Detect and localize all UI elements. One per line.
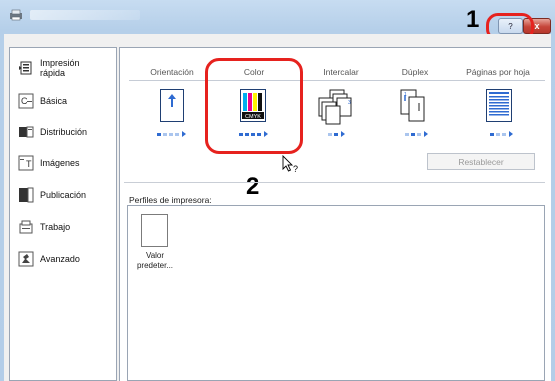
svg-text:C: C xyxy=(21,96,28,106)
basic-icon: C xyxy=(18,93,34,109)
window-title xyxy=(30,10,140,20)
sidebar-item-label: Publicación xyxy=(40,190,87,200)
sidebar-item-layout[interactable]: Distribución xyxy=(18,121,114,143)
svg-text:1: 1 xyxy=(404,92,407,98)
section-divider xyxy=(124,182,545,183)
sidebar-item-label: Trabajo xyxy=(40,222,71,232)
advanced-icon xyxy=(18,251,34,267)
printer-app-icon xyxy=(10,9,22,21)
document-icon[interactable] xyxy=(141,214,168,247)
sidebar-item-advanced[interactable]: Avanzado xyxy=(18,248,114,270)
sidebar-item-label: Distribución xyxy=(40,127,88,137)
printer-profiles-list xyxy=(127,205,545,381)
callout-1-number: 1 xyxy=(466,6,480,33)
sidebar: Impresión rápida C Básica Distribución T… xyxy=(9,47,117,381)
column-heading-orientation: Orientación xyxy=(150,67,194,77)
callout-2-number: 2 xyxy=(246,173,260,200)
reset-button[interactable]: Restablecer xyxy=(427,153,535,170)
sidebar-item-label: Avanzado xyxy=(40,254,80,264)
svg-text:T: T xyxy=(26,159,32,169)
layout-icon xyxy=(19,126,34,138)
orientation-portrait-icon[interactable] xyxy=(160,89,184,122)
sidebar-item-label: Impresión rápida xyxy=(40,58,80,78)
sidebar-item-imaging[interactable]: T Imágenes xyxy=(18,152,114,174)
collate-option-indicator xyxy=(328,131,345,137)
collate-icon[interactable]: 3 xyxy=(317,89,353,125)
duplex-option-indicator xyxy=(405,131,428,137)
heading-divider xyxy=(129,80,545,81)
pages-per-sheet-icon[interactable] xyxy=(486,89,512,122)
column-heading-pages-per-sheet: Páginas por hoja xyxy=(466,67,530,77)
quick-print-icon xyxy=(19,61,32,75)
profile-item-label[interactable]: Valor predeter... xyxy=(132,251,178,271)
sidebar-item-job[interactable]: Trabajo xyxy=(18,216,114,238)
sidebar-item-publishing[interactable]: Publicación xyxy=(18,184,114,206)
orientation-option-indicator xyxy=(157,131,186,137)
job-icon xyxy=(19,220,33,234)
pages-per-sheet-option-indicator xyxy=(490,131,513,137)
printer-profiles-label: Perfiles de impresora: xyxy=(129,195,212,205)
duplex-icon[interactable]: 1 xyxy=(400,89,426,123)
sidebar-item-quick-print[interactable]: Impresión rápida xyxy=(18,54,114,82)
column-heading-collate: Intercalar xyxy=(323,67,359,77)
publishing-icon xyxy=(19,187,34,203)
svg-text:3: 3 xyxy=(348,100,351,106)
column-heading-duplex: Dúplex xyxy=(401,67,429,77)
svg-text:?: ? xyxy=(293,164,298,174)
callout-2-highlight xyxy=(205,58,303,154)
close-icon: x xyxy=(534,21,540,31)
imaging-icon: T xyxy=(18,155,34,171)
sidebar-item-label: Imágenes xyxy=(40,158,80,168)
sidebar-item-label: Básica xyxy=(40,96,68,106)
help-cursor-icon: ? xyxy=(282,155,298,174)
sidebar-item-basic[interactable]: C Básica xyxy=(18,90,114,112)
